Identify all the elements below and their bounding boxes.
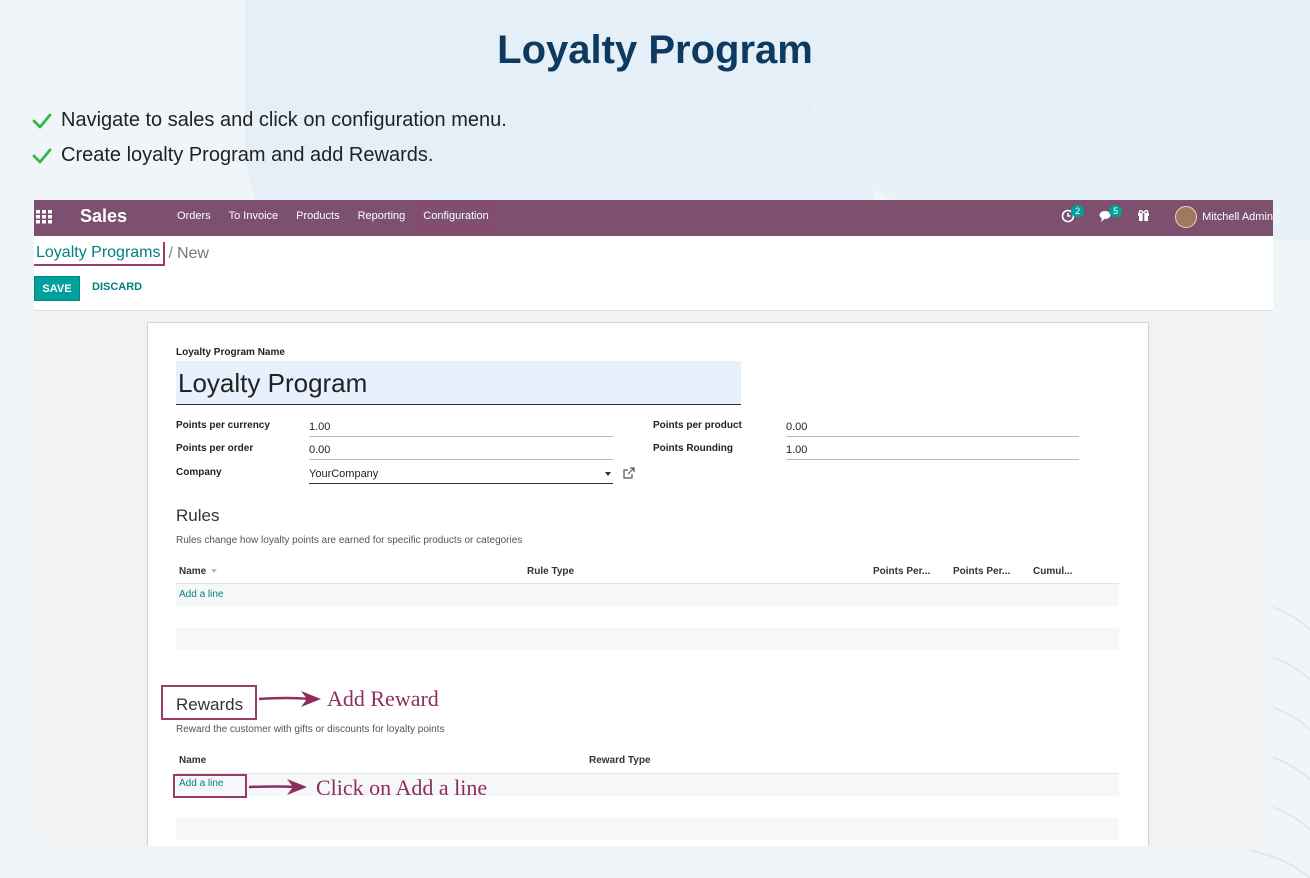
points-per-product-label: Points per product	[653, 420, 742, 431]
messages-badge: 5	[1109, 205, 1123, 217]
sort-icon	[211, 569, 218, 574]
company-label: Company	[176, 467, 222, 478]
bullet-item: Create loyalty Program and add Rewards.	[32, 138, 507, 173]
table-row	[176, 818, 1119, 840]
checkmark-icon	[32, 148, 52, 163]
user-name[interactable]: Mitchell Admin	[1202, 211, 1273, 223]
arrow-icon	[259, 691, 321, 707]
company-value: YourCompany	[309, 468, 379, 480]
activity-button[interactable]: 2	[1061, 205, 1085, 225]
gift-button[interactable]	[1137, 209, 1153, 225]
menu-configuration[interactable]: Configuration	[418, 204, 494, 228]
program-name-input[interactable]: Loyalty Program	[176, 361, 741, 405]
rewards-col-name[interactable]: Name	[179, 755, 206, 766]
odoo-screenshot: Sales Orders To Invoice Products Reporti…	[34, 200, 1273, 846]
points-rounding-label: Points Rounding	[653, 443, 733, 454]
user-avatar[interactable]	[1175, 206, 1198, 228]
points-rounding-input[interactable]: 1.00	[786, 443, 1079, 460]
top-navbar: Sales Orders To Invoice Products Reporti…	[34, 200, 1273, 236]
breadcrumb: Loyalty Programs / New	[34, 242, 209, 266]
breadcrumb-separator: /	[168, 245, 173, 262]
rules-description: Rules change how loyalty points are earn…	[176, 535, 523, 546]
discard-button[interactable]: DISCARD	[92, 281, 142, 293]
apps-grid-icon[interactable]	[36, 210, 52, 224]
breadcrumb-current: New	[176, 245, 209, 262]
save-button[interactable]: SAVE	[34, 276, 80, 301]
rewards-description: Reward the customer with gifts or discou…	[176, 724, 445, 735]
app-name[interactable]: Sales	[80, 206, 127, 227]
checkmark-icon	[32, 113, 52, 128]
rules-title: Rules	[176, 506, 220, 525]
company-select[interactable]: YourCompany	[309, 467, 613, 484]
form-sheet: Loyalty Program Name Loyalty Program Poi…	[147, 322, 1149, 846]
rewards-col-reward-type[interactable]: Reward Type	[589, 755, 651, 766]
menu-products[interactable]: Products	[296, 209, 339, 223]
breadcrumb-parent[interactable]: Loyalty Programs	[34, 242, 165, 266]
arrow-icon	[249, 779, 307, 795]
rules-col-points-per-1[interactable]: Points Per...	[873, 566, 930, 577]
menu-orders[interactable]: Orders	[177, 209, 211, 223]
table-row	[176, 628, 1119, 650]
bullet-list: Navigate to sales and click on configura…	[32, 103, 507, 173]
slide-title: Loyalty Program	[497, 28, 813, 72]
program-name-label: Loyalty Program Name	[176, 347, 285, 358]
rules-col-name[interactable]: Name	[179, 566, 218, 577]
menu-reporting[interactable]: Reporting	[358, 209, 406, 223]
rules-col-points-per-2[interactable]: Points Per...	[953, 566, 1010, 577]
points-per-order-label: Points per order	[176, 443, 254, 454]
rules-col-rule-type[interactable]: Rule Type	[527, 566, 574, 577]
bullet-text: Create loyalty Program and add Rewards.	[61, 144, 434, 166]
external-link-icon[interactable]	[623, 467, 635, 479]
points-per-currency-label: Points per currency	[176, 420, 270, 431]
systray: 2 5 Mitchell Admin	[1061, 205, 1273, 228]
gift-icon	[1138, 210, 1150, 221]
chevron-down-icon	[605, 472, 611, 476]
points-per-product-input[interactable]: 0.00	[786, 420, 1079, 437]
points-per-currency-input[interactable]: 1.00	[309, 420, 613, 437]
rules-add-line[interactable]: Add a line	[179, 589, 223, 600]
add-line-annotation: Click on Add a line	[316, 775, 488, 800]
table-row	[176, 584, 1119, 606]
rewards-title: Rewards	[176, 695, 244, 714]
rules-col-cumulative[interactable]: Cumul...	[1033, 566, 1072, 577]
menu-to-invoice[interactable]: To Invoice	[229, 209, 279, 223]
main-menu: Orders To Invoice Products Reporting Con…	[177, 204, 507, 228]
bullet-item: Navigate to sales and click on configura…	[32, 103, 507, 138]
points-per-order-input[interactable]: 0.00	[309, 443, 613, 460]
messages-button[interactable]: 5	[1099, 205, 1123, 225]
rewards-add-line[interactable]: Add a line	[179, 778, 223, 789]
activity-badge: 2	[1071, 205, 1085, 217]
add-reward-annotation: Add Reward	[327, 686, 439, 711]
bullet-text: Navigate to sales and click on configura…	[61, 109, 507, 131]
